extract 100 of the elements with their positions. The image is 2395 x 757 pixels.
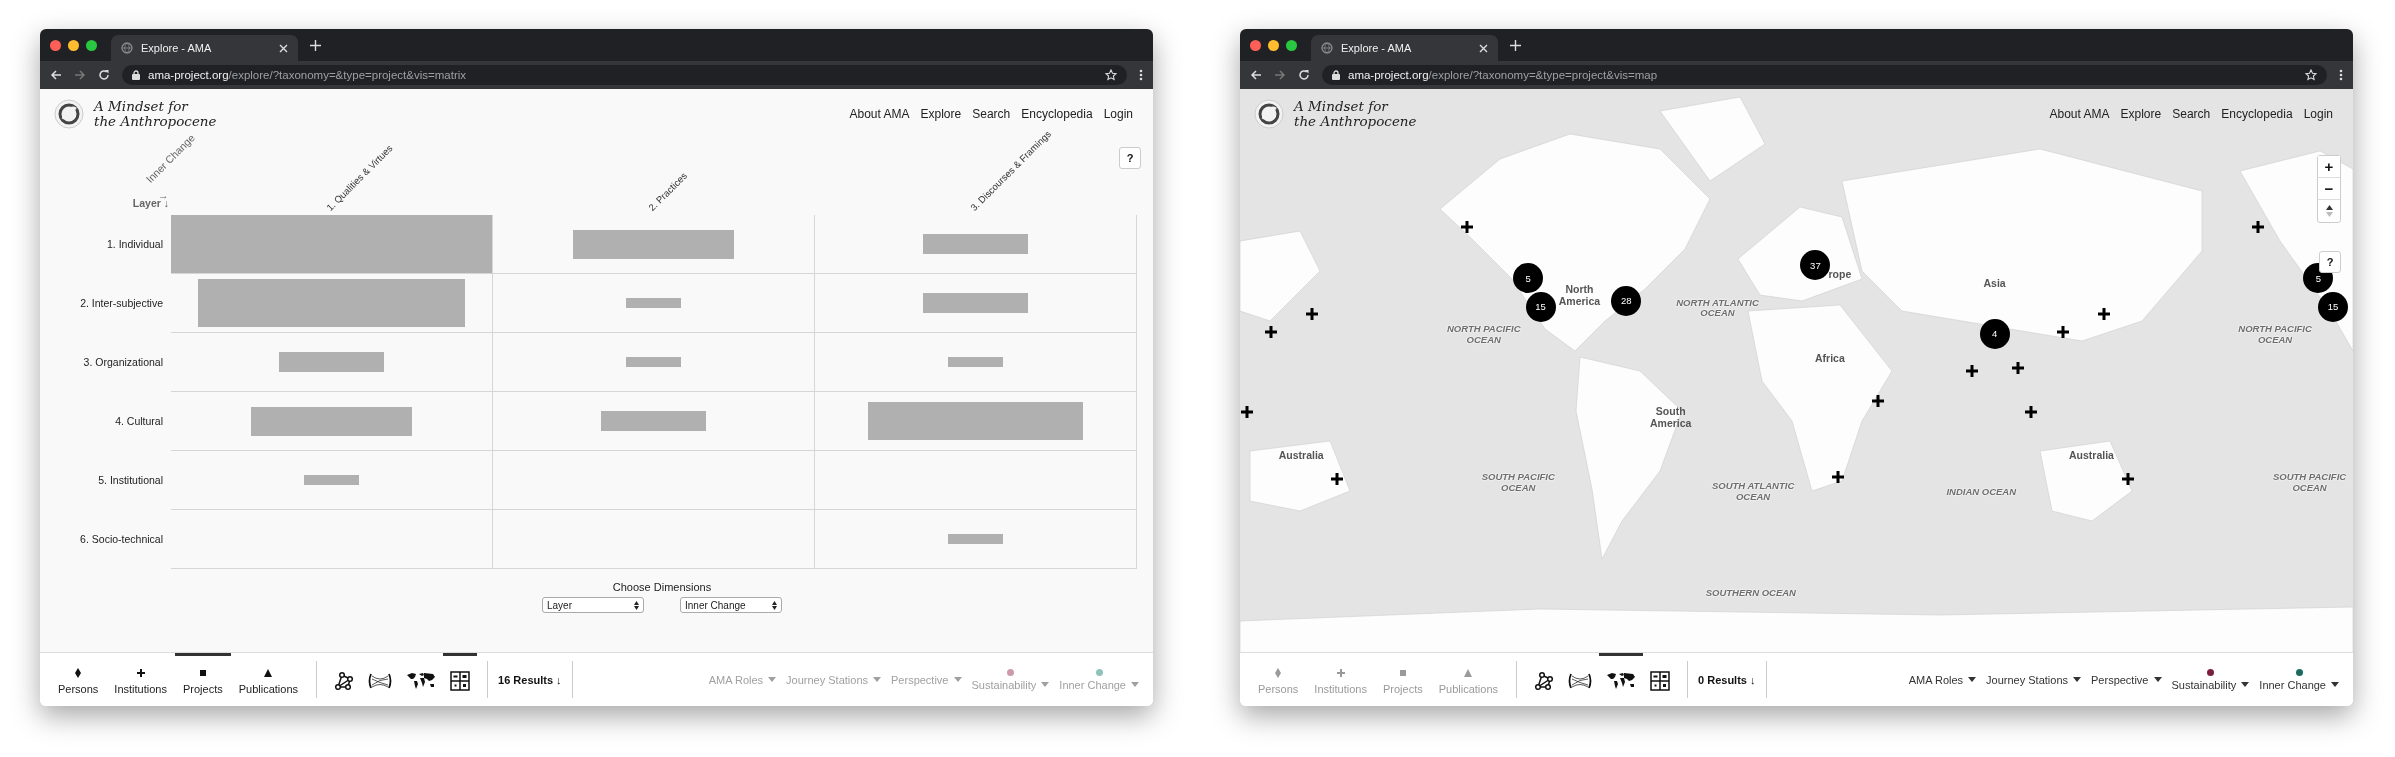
close-window-dot[interactable] [1250, 39, 1261, 51]
results-count[interactable]: 16 Results ↓ [498, 653, 562, 706]
new-tab-icon[interactable] [1510, 39, 1521, 51]
close-window-dot[interactable] [50, 39, 61, 51]
help-button[interactable]: ? [1119, 147, 1141, 169]
nav-link[interactable]: Explore [2120, 107, 2162, 121]
back-arrow-icon[interactable] [1250, 69, 1262, 81]
diamond-icon [1273, 667, 1284, 678]
continent-label: South America [1650, 404, 1692, 429]
back-arrow-icon[interactable] [50, 69, 62, 81]
cross-marker-icon[interactable] [1461, 220, 1474, 233]
cross-marker-icon[interactable] [1831, 471, 1844, 484]
nav-link[interactable]: Search [972, 107, 1011, 121]
results-count[interactable]: 0 Results ↓ [1698, 653, 1756, 706]
new-tab-icon[interactable] [310, 39, 321, 51]
row-header: 5. Institutional [98, 474, 163, 486]
content-type-tab[interactable]: Projects [174, 653, 231, 706]
cross-marker-icon[interactable] [2056, 326, 2069, 339]
caret-icon [873, 677, 881, 682]
column-axis-arrow: → [158, 189, 169, 201]
url-domain: ama-project.org [1348, 69, 1429, 81]
site-title[interactable]: A Mindset for the Anthropocene [1294, 99, 1417, 129]
content-type-tab[interactable]: Publications [230, 653, 307, 706]
nav-link[interactable]: Login [2303, 107, 2333, 121]
minimize-window-dot[interactable] [1268, 39, 1279, 51]
continent-label: North America [1558, 283, 1601, 308]
nav-link[interactable]: Login [1103, 107, 1133, 121]
dimensions-label: Choose Dimensions [612, 581, 712, 593]
cross-marker-icon[interactable] [2252, 220, 2265, 233]
content-type-tab[interactable]: Persons [50, 653, 107, 706]
logo-icon[interactable] [54, 99, 84, 129]
browser-tab[interactable]: Explore - AMA [111, 35, 298, 61]
cross-marker-icon[interactable] [1240, 406, 1253, 419]
caret-icon [2153, 677, 2162, 682]
star-icon[interactable] [2305, 69, 2317, 81]
matrix-grid-icon [1650, 671, 1671, 691]
caret-icon [2073, 677, 2081, 682]
reload-icon[interactable] [98, 69, 110, 81]
compass-icon[interactable] [2325, 205, 2333, 217]
nav-link[interactable]: Explore [920, 107, 962, 121]
minimize-window-dot[interactable] [68, 39, 79, 51]
close-icon[interactable] [1479, 43, 1488, 53]
continent-label: Australia [1278, 448, 1324, 461]
world-map-icon [406, 672, 437, 690]
star-icon[interactable] [1105, 69, 1117, 81]
zoom-button[interactable]: + [2318, 156, 2340, 178]
logo-icon[interactable] [1254, 99, 1284, 129]
browser-tab[interactable]: Explore - AMA [1311, 35, 1498, 61]
ocean-label: SOUTHERN OCEAN [1705, 587, 1796, 599]
maximize-window-dot[interactable] [1286, 39, 1297, 51]
network-icon [1534, 671, 1555, 691]
filter-dropdown[interactable]: Journey Stations [1986, 673, 2081, 686]
row-header: 3. Organizational [83, 356, 163, 368]
cross-icon [1335, 667, 1346, 678]
address-bar[interactable]: ama-project.org/explore/?taxonomy=&type=project&vis=map [1322, 65, 2327, 85]
caret-icon [2331, 682, 2339, 687]
cross-marker-icon[interactable] [2025, 406, 2038, 419]
dimension-select[interactable]: Inner Change [680, 597, 782, 613]
diamond-icon [73, 667, 84, 678]
reload-icon[interactable] [1298, 69, 1310, 81]
ocean-label: NORTH PACIFIC OCEAN [1446, 324, 1521, 346]
help-button[interactable]: ? [2319, 251, 2341, 273]
cross-icon [135, 667, 146, 678]
filter-dropdown[interactable]: Sustainability [2171, 668, 2250, 691]
cross-marker-icon[interactable] [1265, 326, 1278, 339]
row-header: 4. Cultural [115, 415, 163, 427]
ocean-label: NORTH PACIFIC OCEAN [2238, 324, 2312, 346]
nav-link[interactable]: About AMA [849, 107, 910, 121]
menu-dots-icon[interactable] [2339, 69, 2343, 81]
row-header: 1. Individual [106, 238, 163, 250]
cross-marker-icon[interactable] [2012, 362, 2024, 375]
row-header: 2. Inter-subjective [80, 297, 163, 309]
continent-label: rope [1828, 268, 1852, 281]
caret-icon [953, 677, 962, 682]
nav-link[interactable]: Encyclopedia [2221, 107, 2293, 121]
forward-arrow-icon[interactable] [74, 69, 86, 81]
menu-dots-icon[interactable] [1139, 69, 1143, 81]
maximize-window-dot[interactable] [86, 39, 97, 51]
content-type-tab[interactable]: Institutions [106, 653, 175, 706]
caret-icon [2241, 682, 2250, 687]
address-bar[interactable]: ama-project.org/explore/?taxonomy=&type=project&vis=matrix [122, 65, 1127, 85]
cross-marker-icon[interactable] [1871, 394, 1884, 407]
triangle-icon [1463, 667, 1474, 678]
updown-arrows-icon [634, 600, 639, 610]
cross-marker-icon[interactable] [2122, 472, 2135, 485]
forward-arrow-icon[interactable] [1274, 69, 1286, 81]
cross-marker-icon[interactable] [1966, 365, 1979, 378]
cross-marker-icon[interactable] [1330, 472, 1343, 485]
nav-link[interactable]: Search [2172, 107, 2211, 121]
filter-dropdown[interactable]: Inner Change [2259, 668, 2339, 691]
cross-marker-icon[interactable] [2097, 308, 2110, 321]
ocean-label: SOUTH ATLANTIC OCEAN [1711, 481, 1795, 503]
filter-dropdown[interactable]: Perspective [2091, 673, 2162, 686]
nav-link[interactable]: Encyclopedia [1021, 107, 1093, 121]
cross-marker-icon[interactable] [1306, 308, 1319, 321]
filter-dropdown[interactable]: AMA Roles [1908, 673, 1977, 686]
site-title[interactable]: A Mindset for the Anthropocene [94, 99, 217, 129]
nav-link[interactable]: About AMA [2049, 107, 2110, 121]
dimension-select[interactable]: Layer [542, 597, 644, 613]
close-icon[interactable] [279, 43, 288, 53]
